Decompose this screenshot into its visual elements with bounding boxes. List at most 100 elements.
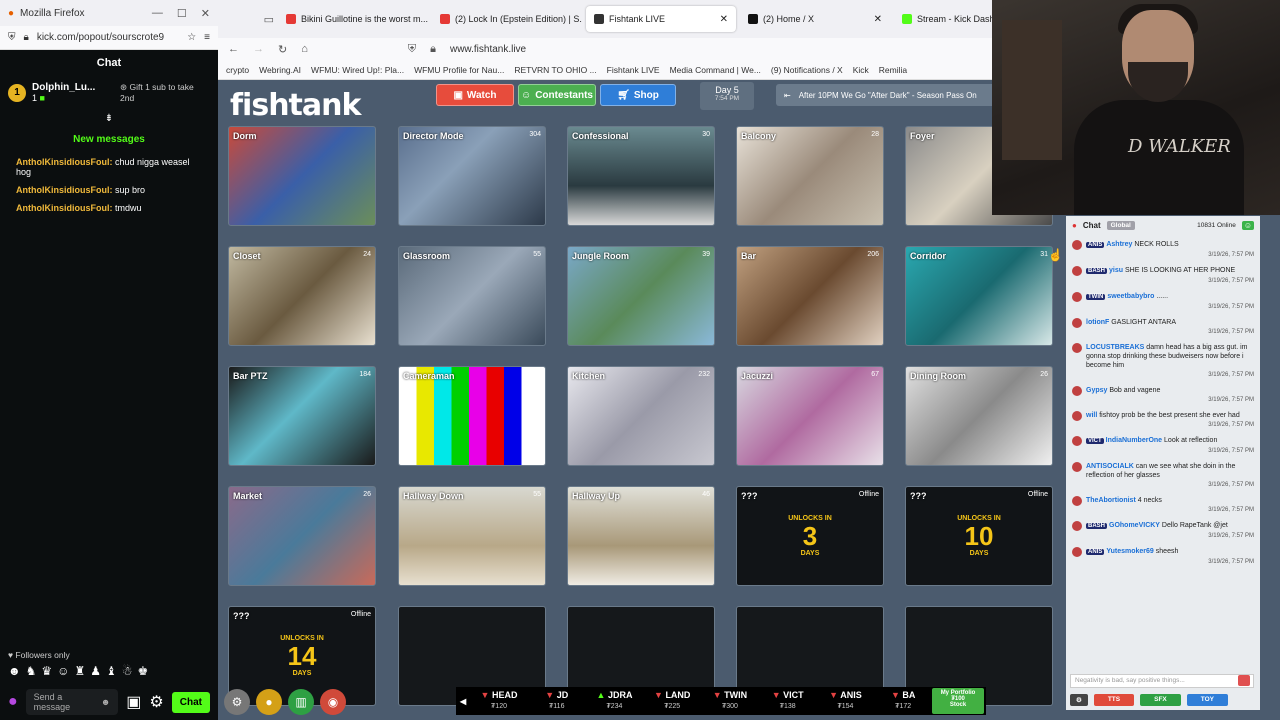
new-messages-label[interactable]: New messages [0, 134, 218, 145]
gift-box-icon[interactable]: ▣ [126, 692, 141, 712]
global-room-selector[interactable]: Global [1106, 220, 1135, 230]
item-icon[interactable]: ▥ [288, 689, 314, 715]
send-message-input[interactable]: Send a message ☻ [25, 689, 119, 715]
emote-icon[interactable]: ♚ [138, 664, 149, 678]
chat-username[interactable]: Yutesmoker69 [1106, 548, 1153, 555]
chat-username[interactable]: LOCUSTBREAKS [1086, 344, 1144, 351]
chat-settings-icon[interactable]: ⚙ [1070, 694, 1088, 706]
avatar[interactable] [1072, 343, 1082, 353]
camera-tile[interactable]: Dining Room 26 [905, 366, 1053, 466]
avatar[interactable] [1072, 436, 1082, 446]
portfolio-button[interactable]: My Portfolio ₮100 Stock [932, 688, 985, 714]
mic-icon[interactable]: ● [8, 693, 18, 711]
bookmark-item[interactable]: Fishtank LIVE [607, 65, 660, 75]
ticker-left-icon[interactable]: ◀ [456, 697, 470, 706]
camera-tile[interactable]: Bar PTZ 184 [228, 366, 376, 466]
bookmark-item[interactable]: Remilia [879, 65, 907, 75]
browser-tab[interactable]: (2) Lock In (Epstein Edition) | S...✕ [432, 6, 582, 32]
users-icon[interactable]: ☺ [1241, 220, 1254, 230]
camera-tile[interactable]: Hallway Up 46 [567, 486, 715, 586]
camera-tile[interactable]: Director Mode 304 [398, 126, 546, 226]
bookmark-item[interactable]: RETVRN TO OHIO ... [514, 65, 596, 75]
collapse-icon[interactable]: ⇟ [0, 113, 218, 124]
avatar[interactable] [1072, 462, 1082, 472]
camera-tile[interactable]: Confessional 30 [567, 126, 715, 226]
fishtank-logo[interactable]: fishtank [230, 88, 361, 123]
chat-username[interactable]: Ashtrey [1106, 241, 1132, 248]
ticker-item[interactable]: ▼ HEAD ₮120 [470, 690, 528, 712]
avatar[interactable] [1072, 318, 1082, 328]
browser-tab[interactable]: (2) Home / X ✕ [740, 6, 890, 32]
camera-tile[interactable]: Cameraman 34 [398, 366, 546, 466]
left-url-bar[interactable]: ⛨ 🔒︎ kick.com/popout/sourscrote9 ☆ ≡ [0, 26, 218, 50]
ticker-item[interactable]: ▼ LAND ₮225 [643, 690, 701, 712]
menu-icon[interactable]: ≡ [204, 32, 210, 43]
emote-icon[interactable]: ♜ [74, 664, 85, 678]
bookmark-item[interactable]: (9) Notifications / X [771, 65, 843, 75]
settings-icon[interactable]: ⚙ [149, 692, 163, 712]
top-gifter[interactable]: 1 Dolphin_Lu... 1 ■ ⊛ Gift 1 sub to take… [0, 76, 218, 109]
chat-username[interactable]: TheAbortionist [1086, 497, 1136, 504]
avatar[interactable] [1072, 547, 1082, 557]
close-button[interactable]: ✕ [201, 7, 210, 20]
camera-tile[interactable]: Kitchen 232 [567, 366, 715, 466]
camera-tile[interactable]: Balcony 28 [736, 126, 884, 226]
bookmark-item[interactable]: WFMU: Wired Up!: Pla... [311, 65, 404, 75]
camera-tile[interactable]: Jungle Room 39 [567, 246, 715, 346]
ticker-item[interactable]: ▼ BA ₮172 [874, 690, 932, 712]
browser-tab[interactable]: Fishtank LIVE ✕ [586, 6, 736, 32]
camera-tile[interactable]: Dorm [228, 126, 376, 226]
tts-button[interactable]: TTS [1093, 694, 1135, 706]
site-chat-send-button[interactable] [1238, 675, 1250, 686]
emote-row[interactable]: ☻ ♞ ♛ ☺ ♜ ♟ ♝ ☃ ♚ [8, 664, 148, 678]
bookmark-item[interactable]: WFMU Profile for Nau... [414, 65, 504, 75]
emote-icon[interactable]: ♛ [41, 664, 52, 678]
avatar[interactable] [1072, 521, 1082, 531]
camera-tile[interactable]: Corridor 31 [905, 246, 1053, 346]
chat-username[interactable]: GOhomeVICKY [1109, 522, 1160, 529]
toy-button[interactable]: TOY [1186, 694, 1229, 706]
avatar[interactable] [1072, 411, 1082, 421]
back-icon[interactable]: ← [228, 43, 239, 55]
chat-send-button[interactable]: Chat [171, 691, 210, 713]
left-url-text[interactable]: kick.com/popout/sourscrote9 [37, 32, 179, 43]
reload-icon[interactable]: ↻ [278, 43, 287, 56]
contestants-button[interactable]: ☺ Contestants [518, 84, 596, 106]
camera-tile[interactable]: Closet 24 [228, 246, 376, 346]
chat-username[interactable]: lotionF [1086, 319, 1109, 326]
ticker-item[interactable]: ▼ JD ₮116 [528, 690, 586, 712]
minimize-button[interactable]: — [152, 7, 163, 20]
emote-icon[interactable]: ♝ [106, 664, 117, 678]
chat-username[interactable]: ANTISOCIALK [1086, 463, 1134, 470]
chat-username[interactable]: AntholKinsidiousFoul: [16, 203, 112, 213]
chat-username[interactable]: AntholKinsidiousFoul: [16, 157, 112, 167]
coins-icon[interactable]: ● [256, 689, 282, 715]
ticker-item[interactable]: ▼ TWIN ₮300 [701, 690, 759, 712]
avatar[interactable] [1072, 496, 1082, 506]
bookmark-item[interactable]: Kick [853, 65, 869, 75]
tab-list-icon[interactable]: ▭ [226, 13, 274, 26]
avatar[interactable] [1072, 386, 1082, 396]
forward-icon[interactable]: → [253, 43, 264, 55]
watch-button[interactable]: ▣ Watch [436, 84, 514, 106]
gear-icon[interactable]: ⚙ [224, 689, 250, 715]
site-chat-input[interactable]: Negativity is bad, say positive things..… [1070, 674, 1254, 688]
emote-icon[interactable]: ☃ [122, 664, 133, 678]
chat-username[interactable]: will [1086, 412, 1097, 419]
ticker-item[interactable]: ▼ VICT ₮138 [759, 690, 817, 712]
gift-sub-prompt[interactable]: ⊛ Gift 1 sub to take 2nd [120, 82, 210, 103]
emote-icon[interactable]: ☺ [57, 664, 69, 678]
star-icon[interactable]: ☆ [187, 32, 196, 43]
camera-tile[interactable]: Bar 206 [736, 246, 884, 346]
chat-username[interactable]: Gypsy [1086, 387, 1107, 394]
chat-username[interactable]: AntholKinsidiousFoul: [16, 185, 112, 195]
bookmark-item[interactable]: Webring.AI [259, 65, 301, 75]
camera-tile[interactable]: Jacuzzi 67 [736, 366, 884, 466]
emoji-icon[interactable]: ☻ [101, 697, 110, 707]
sfx-button[interactable]: SFX [1140, 694, 1181, 706]
emote-icon[interactable]: ♞ [26, 664, 37, 678]
camera-tile[interactable]: Glassroom 55 [398, 246, 546, 346]
avatar[interactable] [1072, 240, 1082, 250]
camera-tile[interactable]: Hallway Down 55 [398, 486, 546, 586]
bookmark-item[interactable]: crypto [226, 65, 249, 75]
